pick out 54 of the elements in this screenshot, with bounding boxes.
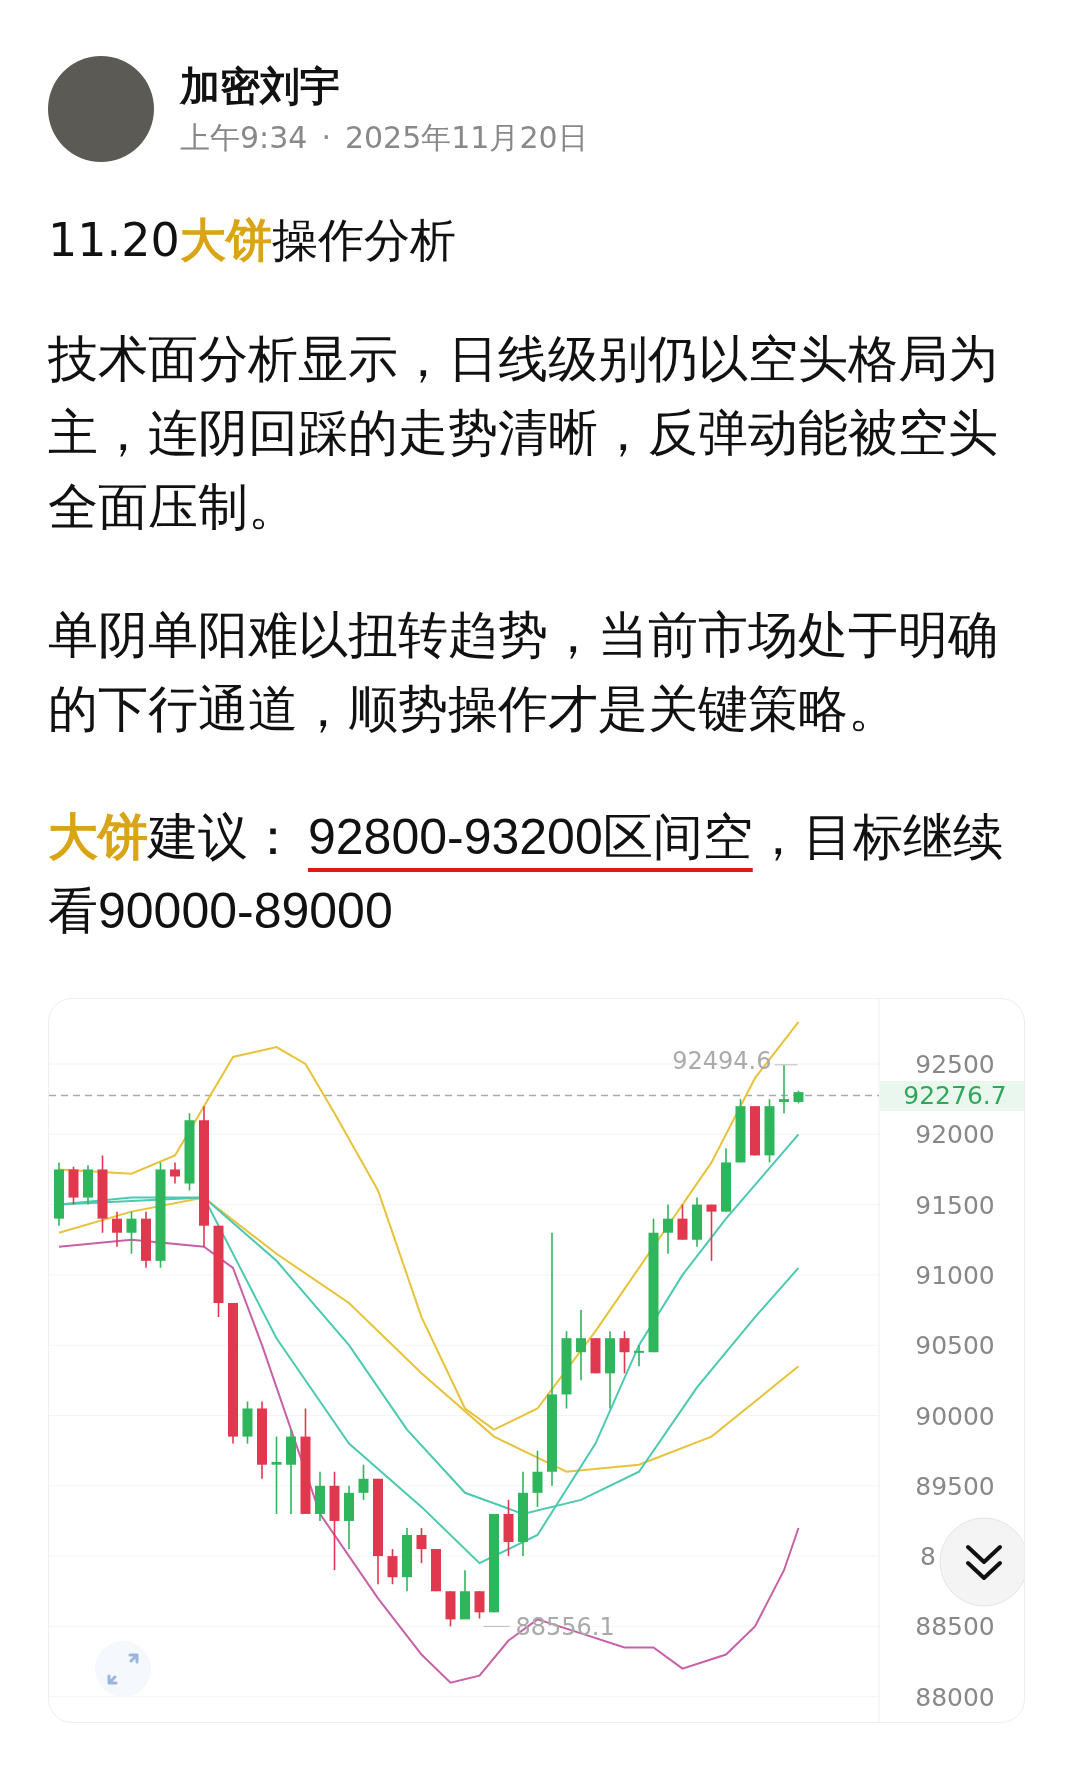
price-axis-label: 91500 <box>915 1190 995 1220</box>
paragraph: 单阴单阳难以扭转趋势，当前市场处于明确的下行通道，顺势操作才是关键策略。 <box>48 605 999 740</box>
candlestick <box>460 1569 470 1620</box>
price-axis-label: 90000 <box>915 1401 995 1431</box>
paragraph: 技术面分析显示，日线级别仍以空头格局为主，连阴回踩的走势清晰，反弹动能被空头全面压制。 <box>48 329 999 538</box>
candlestick <box>344 1485 354 1550</box>
candlestick <box>764 1098 775 1164</box>
candlestick <box>619 1330 630 1375</box>
post-date: 2025年11月20日 <box>344 119 588 157</box>
candlestick <box>474 1590 485 1620</box>
post-time: 上午9:34 <box>180 119 308 157</box>
price-axis-label: 88000 <box>915 1682 995 1712</box>
candlestick <box>706 1203 717 1262</box>
candlestick <box>750 1105 760 1157</box>
price-axis-label: 92500 <box>915 1050 995 1079</box>
price-axis-label: 88500 <box>915 1612 995 1642</box>
candlestick <box>358 1463 369 1501</box>
candlestick <box>112 1210 122 1248</box>
candlestick <box>590 1337 601 1375</box>
price-axis-label: 90500 <box>915 1331 995 1361</box>
price-axis-label: 8 <box>920 1542 936 1572</box>
candlestick <box>692 1196 702 1248</box>
post-title: 11.20大饼操作分析 <box>48 212 457 269</box>
high-price-label: 92494.6 <box>672 1046 772 1075</box>
separator-dot: · <box>321 119 331 157</box>
candlestick <box>793 1089 804 1105</box>
candlestick <box>634 1344 644 1368</box>
candlestick <box>387 1548 398 1585</box>
candlestick <box>503 1499 514 1557</box>
candlestick <box>402 1527 412 1593</box>
candlestick <box>141 1210 151 1269</box>
candlestick <box>126 1210 137 1255</box>
candlestick <box>54 1161 64 1227</box>
candlestick <box>663 1203 673 1255</box>
candlestick <box>721 1147 731 1213</box>
candlestick <box>677 1203 688 1241</box>
candlestick <box>68 1165 79 1206</box>
author-name[interactable]: 加密刘宇 <box>180 60 588 112</box>
candlestick <box>242 1400 253 1445</box>
candlestick <box>83 1164 93 1206</box>
candlestick <box>532 1449 543 1508</box>
price-axis-label: 89500 <box>915 1471 995 1501</box>
candlestick <box>431 1548 441 1593</box>
price-axis-label: 91000 <box>915 1260 995 1290</box>
candlestick <box>445 1590 456 1628</box>
candlestick <box>315 1470 325 1522</box>
candlestick <box>779 1064 789 1114</box>
scroll-down-button[interactable] <box>939 1517 1024 1607</box>
price-axis-label: 92000 <box>915 1120 995 1150</box>
advice-paragraph: 大饼建议： 92800-93200区间空，目标继续看90000-89000 <box>48 808 1004 941</box>
candlestick <box>735 1098 746 1164</box>
candlestick <box>170 1161 180 1185</box>
candlestick <box>416 1527 427 1564</box>
current-price-tag: 92276.7 <box>880 1081 1024 1111</box>
